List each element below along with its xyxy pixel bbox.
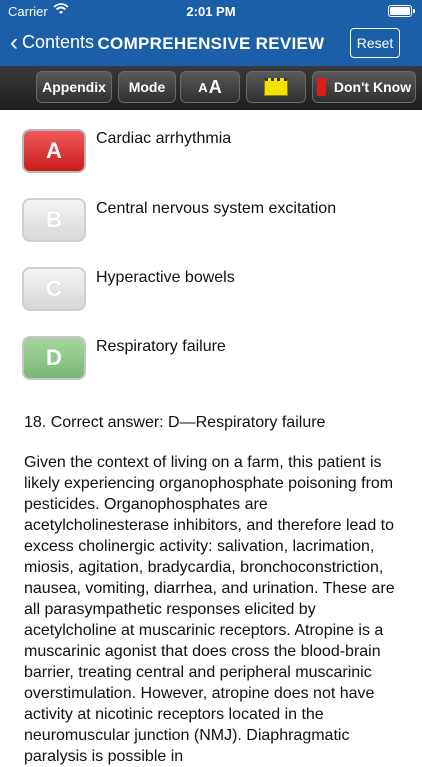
toolbar: Appendix Mode A A Don't Know — [0, 66, 422, 110]
mode-button[interactable]: Mode — [118, 71, 176, 103]
status-bar: Carrier 2:01 PM — [0, 0, 422, 22]
option-b-text: Central nervous system excitation — [96, 200, 337, 217]
font-size-large-glyph: A — [208, 76, 222, 97]
reset-button[interactable]: Reset — [350, 28, 400, 58]
battery-icon — [388, 5, 415, 17]
back-button[interactable]: ‹ Contents — [10, 28, 95, 56]
correct-answer-line: 18. Correct answer: D—Respiratory failur… — [24, 414, 326, 431]
note-button[interactable] — [246, 71, 306, 103]
back-label: Contents — [22, 32, 95, 52]
font-size-button[interactable]: A A — [180, 71, 240, 103]
flag-icon — [316, 78, 326, 96]
option-c-text: Hyperactive bowels — [96, 269, 235, 286]
option-c-button[interactable]: C — [22, 267, 86, 311]
option-a-button[interactable]: A — [22, 129, 86, 173]
appendix-button[interactable]: Appendix — [36, 71, 112, 103]
font-size-small-glyph: A — [198, 79, 208, 95]
option-d-text: Respiratory failure — [96, 338, 226, 355]
option-a-text: Cardiac arrhythmia — [96, 130, 232, 147]
option-d-button[interactable]: D — [22, 336, 86, 380]
app-header: Carrier 2:01 PM ‹ Contents COMPREHENSIVE… — [0, 0, 422, 66]
note-icon — [264, 78, 288, 96]
dont-know-button[interactable]: Don't Know — [312, 71, 416, 103]
clock: 2:01 PM — [186, 4, 236, 19]
navigation-bar: ‹ Contents COMPREHENSIVE REVIEW Reset — [0, 22, 422, 66]
chevron-left-icon: ‹ — [10, 28, 18, 56]
explanation-text: Given the context of living on a farm, t… — [24, 454, 395, 765]
option-b-button[interactable]: B — [22, 198, 86, 242]
dont-know-label: Don't Know — [333, 79, 412, 95]
